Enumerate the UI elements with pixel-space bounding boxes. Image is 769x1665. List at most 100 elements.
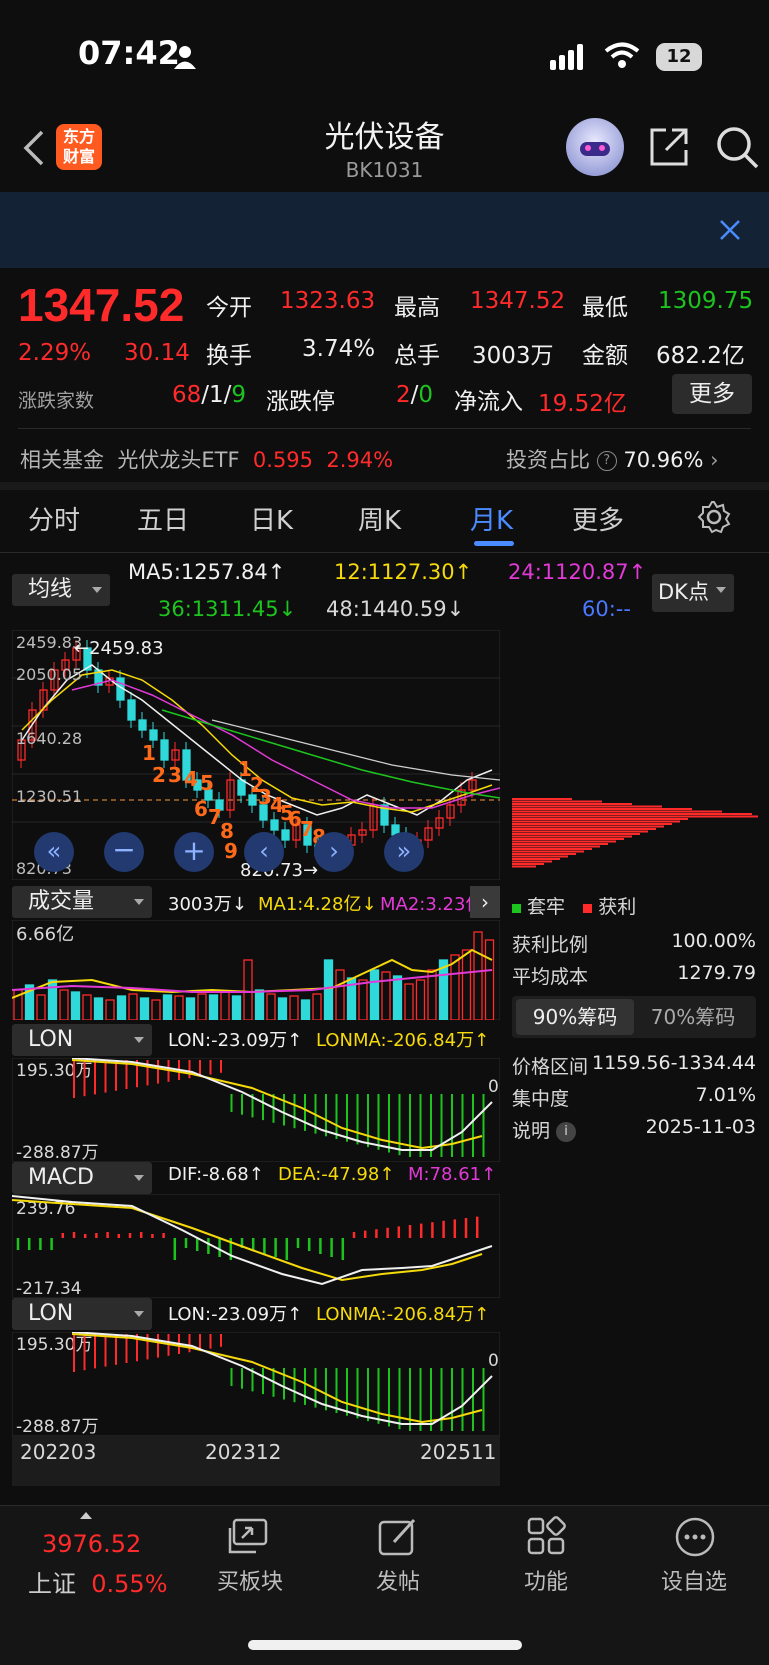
- tab-more[interactable]: 更多: [572, 500, 624, 537]
- svg-text:-217.34: -217.34: [16, 1279, 82, 1298]
- ma-selector[interactable]: 均线: [12, 574, 110, 606]
- index-row[interactable]: 上证 0.55%: [28, 1564, 168, 1599]
- concentration-value: 7.01%: [695, 1084, 756, 1106]
- high-mark: ←2459.83: [74, 638, 164, 659]
- nav-post[interactable]: 发帖: [348, 1564, 448, 1596]
- ma36: 36:1311.45↓: [158, 597, 297, 621]
- more-button[interactable]: 更多: [672, 374, 752, 414]
- volume-chart: 6.66亿: [12, 920, 500, 1020]
- volume-bar: [197, 993, 207, 1020]
- lon2-chart: 195.30万 -288.87万 0: [12, 1332, 500, 1436]
- volume-bar: [312, 993, 322, 1020]
- low-value: 1309.75: [658, 288, 754, 314]
- volume-ma2: MA2:3.23亿: [380, 894, 478, 915]
- date-end: 202511: [420, 1440, 497, 1464]
- nav-add-watchlist[interactable]: 设自选: [644, 1564, 744, 1596]
- volume-bar: [323, 959, 334, 1020]
- info-icon: i: [556, 1121, 577, 1142]
- ad-banner[interactable]: [0, 192, 769, 268]
- svg-text:4: 4: [184, 767, 198, 791]
- volume-value: 3003万: [472, 343, 554, 369]
- zoom-in-icon[interactable]: +: [174, 832, 214, 872]
- edit-post-icon[interactable]: [376, 1516, 420, 1558]
- inflow-label: 净流入: [454, 389, 523, 415]
- scroll-right-icon[interactable]: ›: [314, 832, 354, 872]
- tab-daily-k[interactable]: 日K: [250, 500, 293, 537]
- tab-weekly-k[interactable]: 周K: [358, 500, 401, 537]
- svg-text:6: 6: [194, 797, 208, 821]
- scroll-left-fast-icon[interactable]: «: [34, 832, 74, 872]
- tab-70-chips[interactable]: 70%筹码: [634, 999, 752, 1035]
- search-icon[interactable]: [714, 124, 760, 170]
- volume-label: 总手: [394, 343, 440, 369]
- lon2ma-value: LONMA:-206.84万↑: [316, 1304, 490, 1325]
- updown-counts: 68/1/9: [172, 382, 247, 408]
- tab-indicator: [474, 541, 514, 546]
- lon2-value: LON:-23.09万↑: [168, 1304, 303, 1325]
- svg-text:0: 0: [488, 1077, 499, 1097]
- chevron-up-icon[interactable]: [80, 1512, 92, 1519]
- svg-text:2: 2: [152, 763, 166, 787]
- note-label[interactable]: 说明 i: [512, 1116, 577, 1143]
- date-mid: 202312: [205, 1440, 282, 1464]
- limit-label: 涨跌停: [266, 389, 335, 415]
- apps-grid-icon[interactable]: [526, 1516, 566, 1556]
- svg-text:3: 3: [168, 763, 182, 787]
- chip-legend: 套牢 获利: [512, 892, 636, 919]
- help-icon: ?: [596, 451, 617, 471]
- nav-buy-sector[interactable]: 买板块: [200, 1564, 300, 1596]
- volume-selector[interactable]: 成交量: [12, 886, 152, 918]
- zoom-out-icon[interactable]: −: [104, 832, 144, 872]
- lon-chart: 195.30万 -288.87万 0: [12, 1058, 500, 1162]
- y-label-4: 1230.51: [16, 787, 82, 806]
- volume-bar: [243, 959, 253, 1020]
- volume-bar: [335, 969, 345, 1020]
- volume-bar: [277, 997, 288, 1020]
- open-value: 1323.63: [280, 288, 376, 314]
- nav-functions[interactable]: 功能: [496, 1564, 596, 1596]
- gear-icon[interactable]: [697, 500, 731, 534]
- tab-intraday[interactable]: 分时: [28, 500, 80, 537]
- volume-bar: [70, 991, 81, 1020]
- volume-ma1: MA1:4.28亿↓: [258, 894, 377, 915]
- change-value: 30.14: [124, 340, 190, 366]
- candle: [237, 779, 246, 796]
- lonma-value: LONMA:-206.84万↑: [316, 1030, 490, 1051]
- svg-text:195.30万: 195.30万: [16, 1061, 92, 1081]
- ma12: 12:1127.30↑: [334, 560, 473, 584]
- scroll-left-icon[interactable]: ‹: [244, 832, 284, 872]
- candle: [270, 819, 279, 831]
- volume-bar: [105, 999, 115, 1020]
- volume-bar: [93, 997, 104, 1020]
- investment-ratio[interactable]: 投资占比 ? 70.96% ›: [506, 444, 719, 474]
- divider: [18, 428, 751, 429]
- chevron-right-icon[interactable]: ›: [470, 886, 500, 918]
- amount-label: 金额: [582, 343, 628, 369]
- lon-selector[interactable]: LON: [12, 1024, 152, 1056]
- svg-text:9: 9: [224, 839, 238, 863]
- wifi-icon: [604, 42, 640, 68]
- tab-monthly-k[interactable]: 月K: [470, 500, 513, 537]
- chip-date: 2025-11-03: [645, 1116, 756, 1138]
- volume-value: 3003万↓: [168, 894, 247, 915]
- fund-row[interactable]: 相关基金 光伏龙头ETF 0.595 2.94%: [20, 444, 393, 474]
- assistant-robot-icon[interactable]: [566, 118, 624, 176]
- signal-icon: [550, 44, 583, 70]
- share-icon[interactable]: [648, 126, 690, 168]
- profit-ratio-value: 100.00%: [671, 930, 756, 952]
- ma5: MA5:1257.84↑: [128, 560, 286, 584]
- volume-bar: [220, 991, 230, 1020]
- ma60: 60:--: [582, 597, 631, 621]
- close-icon[interactable]: [718, 218, 742, 242]
- volume-bar: [404, 983, 414, 1020]
- tab-90-chips[interactable]: 90%筹码: [516, 999, 634, 1035]
- updown-label: 涨跌家数: [18, 390, 95, 412]
- more-dots-icon[interactable]: [674, 1516, 716, 1558]
- y-label-3: 1640.28: [16, 729, 82, 748]
- tab-five-day[interactable]: 五日: [137, 500, 189, 537]
- dk-point-selector[interactable]: DK点: [652, 574, 734, 612]
- sector-icon[interactable]: [226, 1516, 272, 1558]
- macd-selector[interactable]: MACD: [12, 1162, 152, 1194]
- scroll-right-fast-icon[interactable]: »: [384, 832, 424, 872]
- lon2-selector[interactable]: LON: [12, 1298, 152, 1330]
